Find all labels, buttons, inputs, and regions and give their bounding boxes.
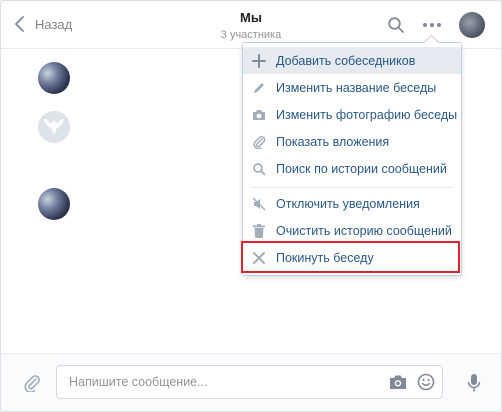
more-icon[interactable] — [421, 17, 443, 33]
paperclip-icon — [252, 135, 266, 149]
plus-icon — [252, 53, 266, 68]
paperclip-icon[interactable] — [23, 374, 41, 392]
menu-item-show-attachments[interactable]: Показать вложения — [243, 128, 461, 155]
chat-title-block[interactable]: Мы 3 участника — [201, 10, 301, 41]
highlight-frame — [241, 241, 460, 273]
camera-icon[interactable] — [389, 374, 407, 390]
menu-item-add-members[interactable]: Добавить собеседников — [243, 47, 461, 74]
pencil-icon — [252, 81, 266, 95]
menu-item-label: Отключить уведомления — [276, 196, 420, 211]
chevron-left-icon — [15, 16, 24, 32]
message-input-box[interactable] — [56, 365, 443, 399]
menu-item-rename[interactable]: Изменить название беседы — [243, 74, 461, 101]
menu-item-label: Добавить собеседников — [276, 53, 416, 68]
trash-icon — [252, 223, 266, 238]
menu-item-change-photo[interactable]: Изменить фотографию беседы — [243, 101, 461, 128]
message-input[interactable] — [57, 366, 377, 398]
chat-title: Мы — [240, 10, 262, 25]
avatar[interactable] — [38, 62, 70, 94]
chat-avatar[interactable] — [459, 12, 485, 38]
menu-item-mute[interactable]: Отключить уведомления — [243, 190, 461, 217]
menu-item-clear-history[interactable]: Очистить историю сообщений — [243, 217, 461, 244]
back-label: Назад — [35, 16, 73, 32]
back-button[interactable]: Назад — [13, 15, 72, 33]
avatar[interactable] — [38, 111, 70, 143]
mute-icon — [252, 196, 266, 211]
menu-item-label: Изменить название беседы — [276, 80, 437, 95]
search-icon — [252, 162, 266, 176]
menu-item-label: Поиск по истории сообщений — [276, 161, 447, 176]
microphone-icon[interactable] — [467, 373, 481, 393]
menu-item-search-history[interactable]: Поиск по истории сообщений — [243, 155, 461, 182]
smile-icon[interactable] — [417, 373, 435, 391]
menu-item-label: Очистить историю сообщений — [276, 223, 452, 238]
message-composer — [1, 353, 501, 411]
avatar[interactable] — [38, 188, 70, 220]
search-icon[interactable] — [387, 16, 405, 34]
menu-item-label: Показать вложения — [276, 134, 390, 149]
menu-divider — [251, 187, 453, 188]
camera-icon — [252, 108, 266, 122]
chat-members-count: 3 участника — [220, 29, 282, 41]
default-avatar-icon — [44, 119, 64, 135]
chat-window: Назад Мы 3 участника Добавить собеседник… — [0, 0, 502, 412]
menu-item-label: Изменить фотографию беседы — [276, 107, 458, 122]
